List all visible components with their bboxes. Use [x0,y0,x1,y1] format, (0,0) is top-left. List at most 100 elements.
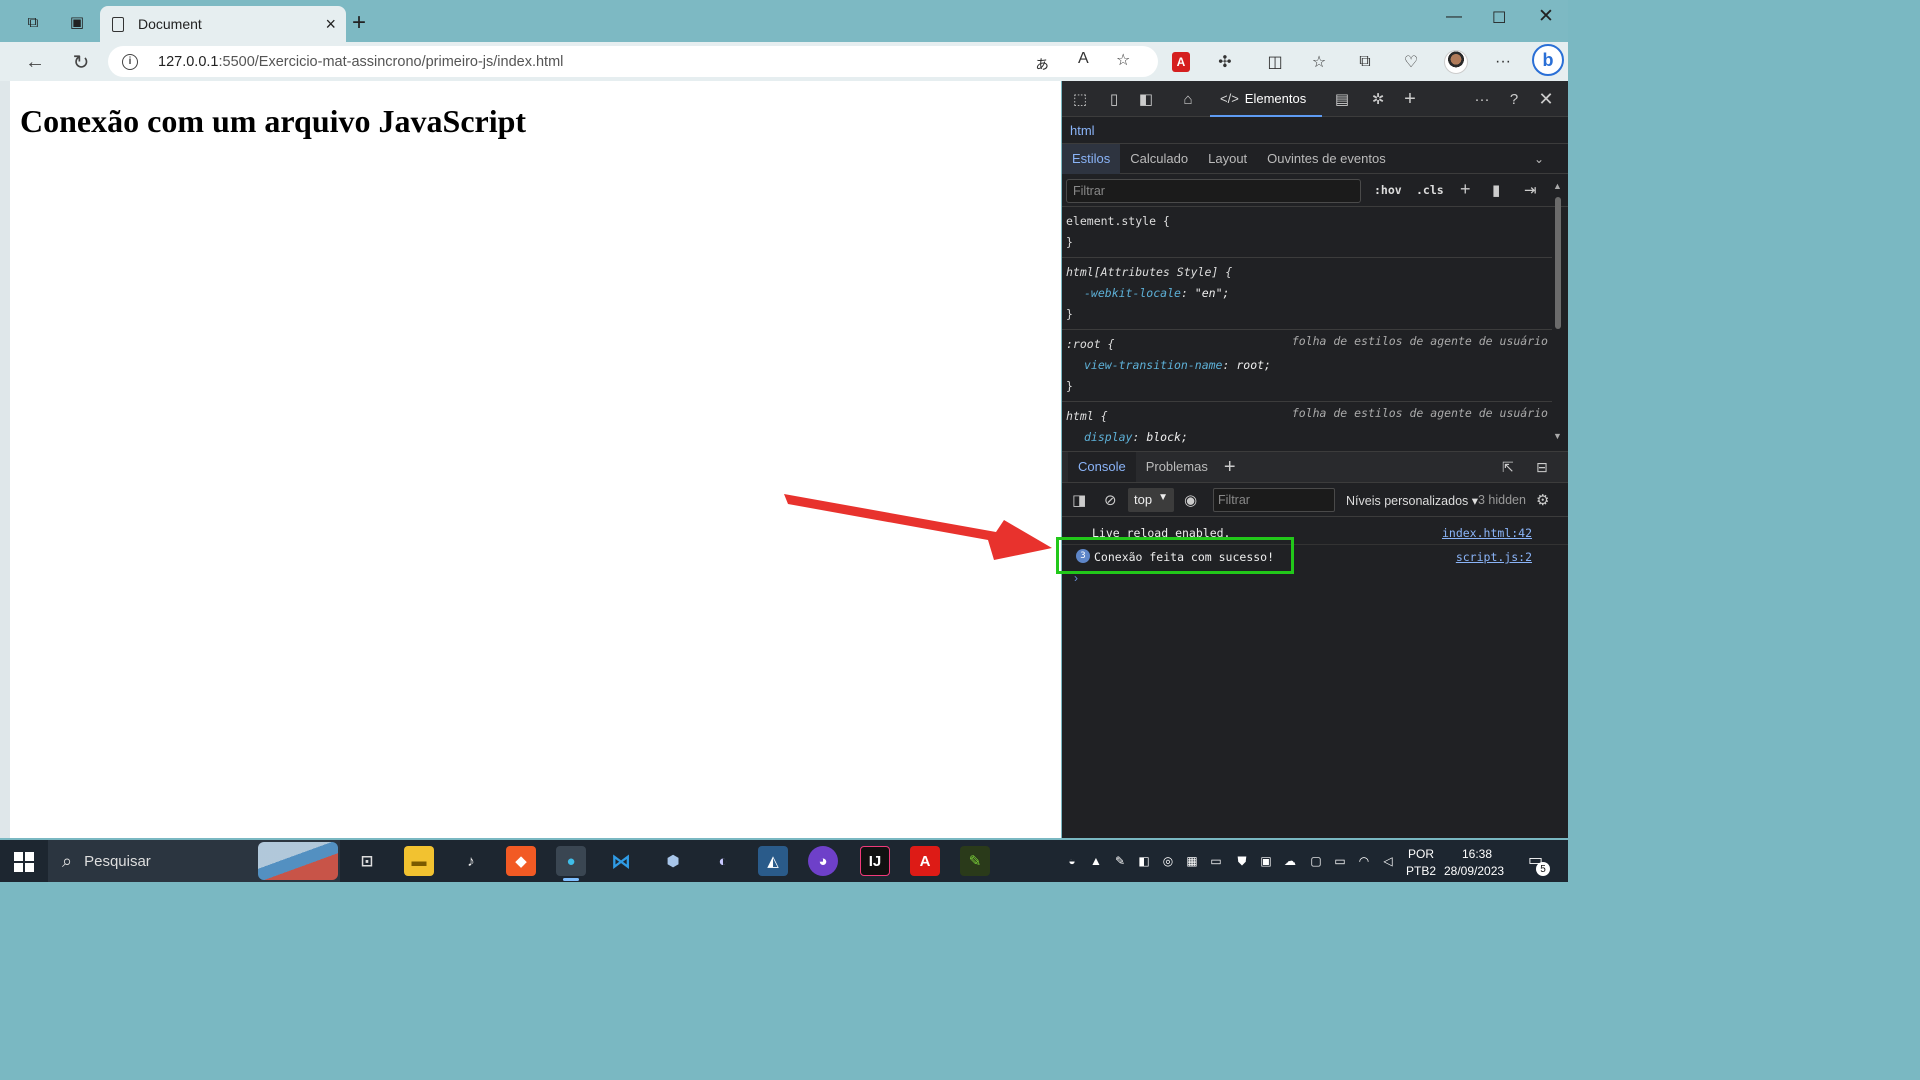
clock-date[interactable]: 28/09/2023 [1444,864,1504,878]
office-tray-icon[interactable]: ▦ [1184,853,1200,869]
browser-tab[interactable]: Document × [100,6,346,42]
customize-devtools-icon[interactable]: ··· [1472,89,1492,109]
favorites-icon[interactable]: ☆ [1306,49,1332,75]
new-tab-button[interactable]: + [352,11,366,35]
notification-center-icon[interactable]: ▭ 5 [1528,850,1550,876]
paint-brush-icon[interactable]: ▮ [1492,181,1500,199]
property-name[interactable]: view-transition-name [1084,358,1222,372]
brave-browser-icon[interactable]: ◆ [506,846,536,876]
more-tools-add-icon[interactable]: + [1400,88,1420,110]
extensions-icon[interactable]: ✣ [1212,49,1238,75]
clear-console-icon[interactable]: ⊘ [1104,491,1117,509]
refresh-icon[interactable]: ↻ [68,49,94,75]
rule-root[interactable]: :root { folha de estilos de agente de us… [1062,330,1552,402]
more-menu-icon[interactable]: ··· [1490,49,1516,75]
translate-icon[interactable]: ぁ [1034,50,1050,74]
context-selector[interactable]: top ▼ [1128,488,1174,512]
live-expression-eye-icon[interactable]: ◉ [1184,491,1197,509]
minimize-icon[interactable]: — [1446,8,1462,26]
property-value[interactable]: "en"; [1195,286,1230,300]
dock-side-icon[interactable]: ◧ [1136,89,1156,109]
google-drive-tray-icon[interactable]: ▲ [1088,853,1104,869]
onedrive-cloud-icon[interactable]: ☁ [1282,853,1298,869]
wifi-icon[interactable]: ◠ [1356,853,1372,869]
dom-breadcrumb[interactable]: html [1062,117,1568,144]
monitor-tray-icon[interactable]: ▭ [1208,853,1224,869]
scrollbar-thumb[interactable] [1555,197,1561,329]
add-drawer-tab-icon[interactable]: + [1224,456,1236,479]
console-filter-input[interactable]: Filtrar [1213,488,1335,512]
taskbar-search[interactable]: ⌕ Pesquisar [48,840,340,882]
log-levels-dropdown[interactable]: Níveis personalizados ▾ [1346,493,1478,508]
chevron-down-icon[interactable]: ⌄ [1524,152,1554,166]
notepad-plus-icon[interactable]: ✎ [960,846,990,876]
task-view-icon[interactable]: ⊡ [352,846,382,876]
inspect-element-icon[interactable]: ⬚ [1070,89,1090,109]
close-drawer-icon[interactable]: ⊟ [1536,459,1548,476]
virtualbox-icon[interactable]: ⬢ [658,846,688,876]
tab-event-listeners[interactable]: Ouvintes de eventos [1257,151,1396,166]
volume-icon[interactable]: ◁ [1380,853,1396,869]
new-style-rule-icon[interactable]: + [1460,179,1471,200]
clock-time[interactable]: 16:38 [1462,847,1492,861]
read-aloud-icon[interactable]: A [1078,50,1089,68]
site-info-icon[interactable]: i [122,53,138,70]
tab-issues[interactable]: Problemas [1136,452,1218,482]
pdf-extension-icon[interactable]: A [1172,52,1190,72]
close-tab-icon[interactable]: × [325,14,336,35]
eclipse-icon[interactable]: ◐ [708,846,738,876]
property-value[interactable]: root; [1236,358,1271,372]
workspaces-icon[interactable]: ⧉ [22,11,44,33]
address-bar[interactable]: i 127.0.0.1:5500/Exercicio-mat-assincron… [108,46,1158,77]
tab-computed[interactable]: Calculado [1120,151,1198,166]
file-explorer-icon[interactable]: ▬ [404,846,434,876]
edge-browser-icon[interactable]: ● [556,846,586,881]
tab-layout[interactable]: Layout [1198,151,1257,166]
toggle-sidebar-icon[interactable]: ⇥ [1524,181,1537,199]
scroll-up-icon[interactable]: ▲ [1553,181,1562,191]
styles-filter-input[interactable]: Filtrar [1066,179,1361,203]
property-name[interactable]: -webkit-locale [1084,286,1181,300]
help-icon[interactable]: ? [1504,89,1524,109]
battery-icon[interactable]: ▭ [1332,853,1348,869]
console-tab-icon[interactable]: ▤ [1332,89,1352,109]
collections-icon[interactable]: ⧉ [1352,49,1378,75]
property-value[interactable]: block; [1146,430,1188,444]
vscode-icon[interactable]: ⋈ [606,846,636,876]
network-app-tray-icon[interactable]: ▣ [1258,853,1274,869]
split-screen-icon[interactable]: ◫ [1262,49,1288,75]
maximize-icon[interactable]: ☐ [1492,8,1506,28]
tab-console[interactable]: Console [1068,452,1136,482]
language-indicator[interactable]: POR [1408,847,1434,861]
console-sidebar-icon[interactable]: ◨ [1072,491,1086,509]
pen-tray-icon[interactable]: ✎ [1112,853,1128,869]
github-desktop-icon[interactable]: ◕ [808,846,838,876]
move-to-top-icon[interactable]: ⇱ [1502,459,1514,476]
url-text[interactable]: 127.0.0.1:5500/Exercicio-mat-assincrono/… [158,54,563,70]
console-source-link[interactable]: script.js:2 [1456,550,1532,564]
rule-element-style[interactable]: element.style { } [1062,207,1552,258]
discord-tray-icon[interactable]: ◒ [1064,853,1080,869]
close-window-icon[interactable]: ✕ [1538,5,1554,28]
rule-attributes-style[interactable]: html[Attributes Style] { -webkit-locale:… [1062,258,1552,330]
windows-start-button[interactable] [14,852,34,872]
app-tray-icon[interactable]: ◧ [1136,853,1152,869]
scroll-down-icon[interactable]: ▼ [1553,431,1562,441]
back-icon[interactable]: ← [22,49,48,75]
mysql-workbench-icon[interactable]: ◭ [758,846,788,876]
browser-essentials-icon[interactable]: ♡ [1398,49,1424,75]
device-tray-icon[interactable]: ▢ [1308,853,1324,869]
device-emulation-icon[interactable]: ▯ [1104,89,1124,109]
console-settings-gear-icon[interactable]: ⚙ [1536,491,1549,509]
tab-actions-icon[interactable]: ▣ [66,11,88,33]
keyboard-layout[interactable]: PTB2 [1406,864,1436,878]
close-devtools-icon[interactable]: ✕ [1536,89,1556,109]
hover-state-button[interactable]: :hov [1374,183,1402,197]
property-name[interactable]: display [1084,430,1132,444]
welcome-home-icon[interactable]: ⌂ [1178,89,1198,109]
tab-elements[interactable]: </> Elementos [1210,81,1322,117]
security-tray-icon[interactable]: ⛊ [1234,853,1250,869]
bing-copilot-icon[interactable]: b [1532,44,1564,76]
angular-icon[interactable]: A [910,846,940,876]
intellij-icon[interactable]: IJ [860,846,890,876]
